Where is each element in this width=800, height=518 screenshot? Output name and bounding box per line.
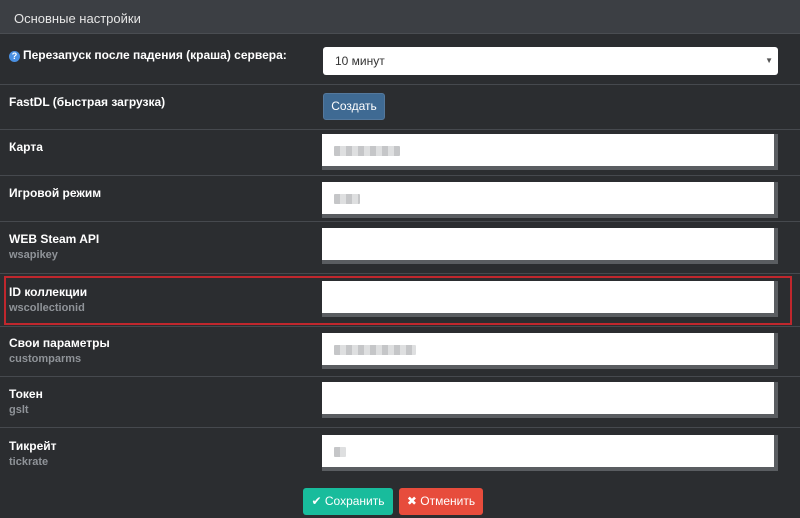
webapi-sublabel: wsapikey [9, 249, 58, 261]
map-label: Карта [9, 140, 43, 154]
tickrate-input[interactable] [322, 435, 778, 471]
token-input[interactable] [322, 382, 778, 418]
gamemode-input-value-blurred [334, 194, 360, 204]
save-button-label: Сохранить [324, 494, 385, 508]
panel-heading: Основные настройки [0, 0, 800, 34]
row-map: Карта [0, 130, 800, 176]
panel-title: Основные настройки [14, 11, 141, 26]
row-customparms: Свои параметры customparms [0, 327, 800, 377]
webapi-input[interactable] [322, 228, 778, 264]
tickrate-sublabel: tickrate [9, 456, 49, 468]
token-sublabel: gslt [9, 404, 29, 416]
restart-select-value: 10 минут [335, 54, 385, 68]
collection-highlight [4, 276, 792, 325]
gamemode-label: Игровой режим [9, 186, 102, 200]
caret-down-icon: ▼ [765, 56, 773, 65]
row-gamemode: Игровой режим [0, 176, 800, 222]
check-icon: ✔ [311, 494, 322, 508]
customparms-input-value-blurred [334, 345, 416, 355]
tickrate-input-value-blurred [334, 447, 346, 457]
row-tickrate: Тикрейт tickrate [0, 428, 800, 480]
customparms-input[interactable] [322, 333, 778, 369]
restart-label-wrap: ? Перезапуск после падения (краша) сервер… [9, 48, 287, 62]
row-fastdl: FastDL (быстрая загрузка) Создать [0, 85, 800, 130]
customparms-sublabel: customparms [9, 353, 82, 365]
cancel-button-label: Отменить [420, 494, 476, 508]
row-webapi: WEB Steam API wsapikey [0, 222, 800, 274]
webapi-label: WEB Steam API [9, 232, 100, 246]
fastdl-label: FastDL (быстрая загрузка) [9, 95, 166, 109]
restart-label: Перезапуск после падения (краша) сервера… [23, 48, 287, 62]
restart-select[interactable]: 10 минут ▼ [323, 47, 778, 75]
token-label: Токен [9, 387, 43, 401]
tickrate-label: Тикрейт [9, 439, 57, 453]
cancel-button[interactable]: ✖ Отменить [399, 488, 483, 515]
customparms-label: Свои параметры [9, 336, 110, 350]
question-circle-icon[interactable]: ? [9, 51, 20, 62]
gamemode-input[interactable] [322, 182, 778, 218]
map-input[interactable] [322, 134, 778, 170]
create-fastdl-button[interactable]: Создать [323, 93, 385, 120]
row-restart: ? Перезапуск после падения (краша) сервер… [0, 35, 800, 85]
times-icon: ✖ [406, 494, 417, 508]
map-input-value-blurred [334, 146, 400, 156]
save-button[interactable]: ✔ Сохранить [303, 488, 393, 515]
row-token: Токен gslt [0, 377, 800, 428]
